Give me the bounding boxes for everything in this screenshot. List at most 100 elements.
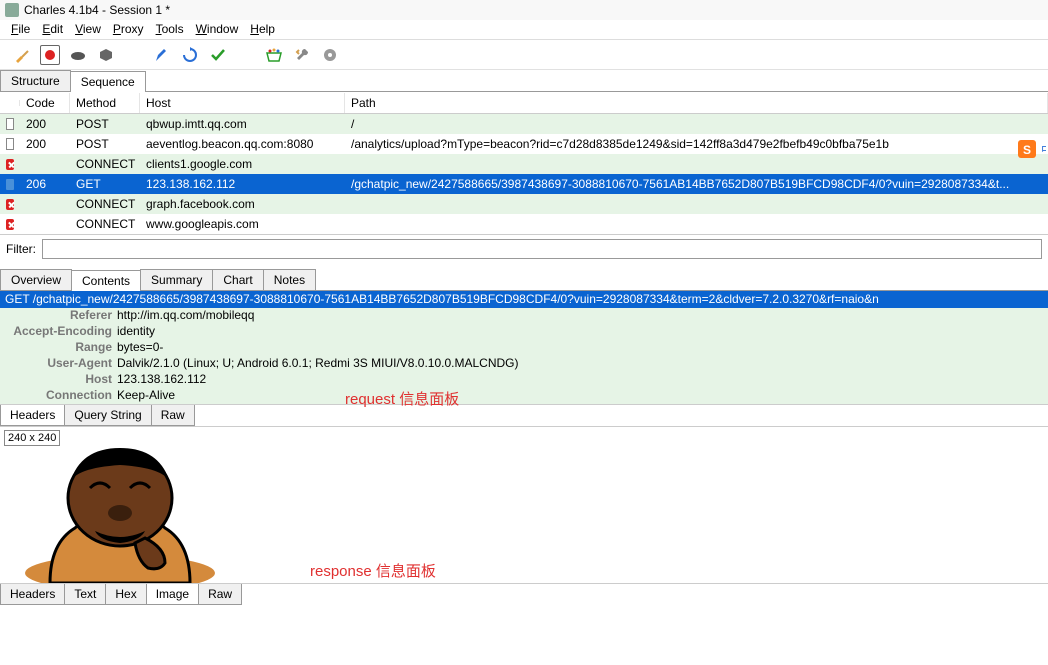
check-icon[interactable] [208, 45, 228, 65]
request-line[interactable]: GET /gchatpic_new/2427588665/3987438697-… [0, 291, 1048, 308]
row-status-icon [0, 117, 20, 131]
app-icon [5, 3, 19, 17]
header-value: Keep-Alive [117, 388, 175, 404]
cell-method: POST [70, 136, 140, 152]
menu-tools[interactable]: Tools [150, 20, 190, 39]
svg-text:S: S [1023, 143, 1031, 157]
table-row[interactable]: CONNECTwww.googleapis.com [0, 214, 1048, 234]
menu-file[interactable]: File [5, 20, 36, 39]
resptab-image[interactable]: Image [146, 584, 199, 605]
header-row[interactable]: Rangebytes=0- [0, 340, 1048, 356]
tab-contents[interactable]: Contents [71, 270, 141, 291]
header-value: bytes=0- [117, 340, 163, 356]
header-key: User-Agent [5, 356, 117, 372]
tab-structure[interactable]: Structure [0, 70, 71, 91]
resptab-text[interactable]: Text [64, 584, 106, 605]
header-value: identity [117, 324, 155, 340]
table-row[interactable]: CONNECTgraph.facebook.com [0, 194, 1048, 214]
cell-host: clients1.google.com [140, 156, 345, 172]
cell-path: / [345, 116, 1048, 132]
col-path[interactable]: Path [345, 93, 1048, 113]
cell-code [20, 203, 70, 205]
tab-summary[interactable]: Summary [140, 269, 213, 290]
header-value: http://im.qq.com/mobileqq [117, 308, 254, 324]
row-status-icon [0, 218, 20, 231]
annotation-request: request 信息面板 [345, 388, 459, 409]
header-row[interactable]: Accept-Encodingidentity [0, 324, 1048, 340]
turtle-icon[interactable] [68, 45, 88, 65]
resptab-headers[interactable]: Headers [0, 584, 65, 605]
response-panel: 240 x 240 [0, 426, 1048, 583]
gear-icon[interactable] [320, 45, 340, 65]
resptab-raw[interactable]: Raw [198, 584, 242, 605]
cell-method: POST [70, 116, 140, 132]
cell-method: CONNECT [70, 156, 140, 172]
broom-icon[interactable] [12, 45, 32, 65]
tab-notes[interactable]: Notes [263, 269, 316, 290]
row-status-icon [0, 137, 20, 151]
main-tabs: Structure Sequence [0, 70, 1048, 92]
header-row[interactable]: ConnectionKeep-Alive [0, 388, 1048, 404]
cell-code: 200 [20, 136, 70, 152]
wrench-icon[interactable] [292, 45, 312, 65]
header-key: Connection [5, 388, 117, 404]
annotation-response: response 信息面板 [310, 560, 436, 581]
filter-input[interactable] [42, 239, 1042, 259]
request-list[interactable]: 200POSTqbwup.imtt.qq.com/200POSTaeventlo… [0, 114, 1048, 234]
title-bar: Charles 4.1b4 - Session 1 * [0, 0, 1048, 20]
resptab-hex[interactable]: Hex [105, 584, 146, 605]
header-key: Host [5, 372, 117, 388]
header-row[interactable]: Host123.138.162.112 [0, 372, 1048, 388]
menu-edit[interactable]: Edit [36, 20, 69, 39]
cell-method: CONNECT [70, 196, 140, 212]
sogou-ime-badge[interactable]: S中 [1018, 138, 1046, 162]
record-icon[interactable] [40, 45, 60, 65]
hex-icon[interactable] [96, 45, 116, 65]
table-row[interactable]: 200POSTqbwup.imtt.qq.com/ [0, 114, 1048, 134]
request-subtabs: Headers Query String Raw [0, 404, 1048, 426]
cell-path [345, 223, 1048, 225]
cell-code: 200 [20, 116, 70, 132]
header-key: Accept-Encoding [5, 324, 117, 340]
toolbar [0, 40, 1048, 70]
pen-icon[interactable] [152, 45, 172, 65]
col-method[interactable]: Method [70, 93, 140, 113]
header-key: Referer [5, 308, 117, 324]
col-code[interactable]: Code [20, 93, 70, 113]
reqtab-headers[interactable]: Headers [0, 405, 65, 426]
basket-icon[interactable] [264, 45, 284, 65]
menu-help[interactable]: Help [244, 20, 281, 39]
menu-view[interactable]: View [69, 20, 107, 39]
tab-overview[interactable]: Overview [0, 269, 72, 290]
tab-chart[interactable]: Chart [212, 269, 263, 290]
filter-row: Filter: [0, 234, 1048, 263]
row-status-icon [0, 158, 20, 171]
response-subtabs: Headers Text Hex Image Raw [0, 583, 1048, 605]
reqtab-raw[interactable]: Raw [151, 405, 195, 426]
menu-window[interactable]: Window [190, 20, 245, 39]
cell-host: aeventlog.beacon.qq.com:8080 [140, 136, 345, 152]
grid-header: Code Method Host Path [0, 92, 1048, 114]
cell-method: CONNECT [70, 216, 140, 232]
table-row[interactable]: 200POSTaeventlog.beacon.qq.com:8080/anal… [0, 134, 1048, 154]
table-row[interactable]: CONNECTclients1.google.com [0, 154, 1048, 174]
header-value: 123.138.162.112 [117, 372, 206, 388]
row-status-icon [0, 178, 20, 191]
table-row[interactable]: 206GET123.138.162.112/gchatpic_new/24275… [0, 174, 1048, 194]
cell-host: qbwup.imtt.qq.com [140, 116, 345, 132]
cell-path: /gchatpic_new/2427588665/3987438697-3088… [345, 176, 1048, 192]
header-row[interactable]: User-AgentDalvik/2.1.0 (Linux; U; Androi… [0, 356, 1048, 372]
menu-proxy[interactable]: Proxy [107, 20, 150, 39]
tab-sequence[interactable]: Sequence [70, 71, 146, 92]
col-host[interactable]: Host [140, 93, 345, 113]
filter-label: Filter: [6, 242, 36, 256]
refresh-icon[interactable] [180, 45, 200, 65]
cell-host: www.googleapis.com [140, 216, 345, 232]
reqtab-query[interactable]: Query String [64, 405, 151, 426]
detail-tabs: Overview Contents Summary Chart Notes [0, 269, 1048, 291]
svg-text:中: 中 [1041, 142, 1046, 157]
header-row[interactable]: Refererhttp://im.qq.com/mobileqq [0, 308, 1048, 324]
request-panel: GET /gchatpic_new/2427588665/3987438697-… [0, 291, 1048, 404]
cell-code: 206 [20, 176, 70, 192]
cell-host: 123.138.162.112 [140, 176, 345, 192]
